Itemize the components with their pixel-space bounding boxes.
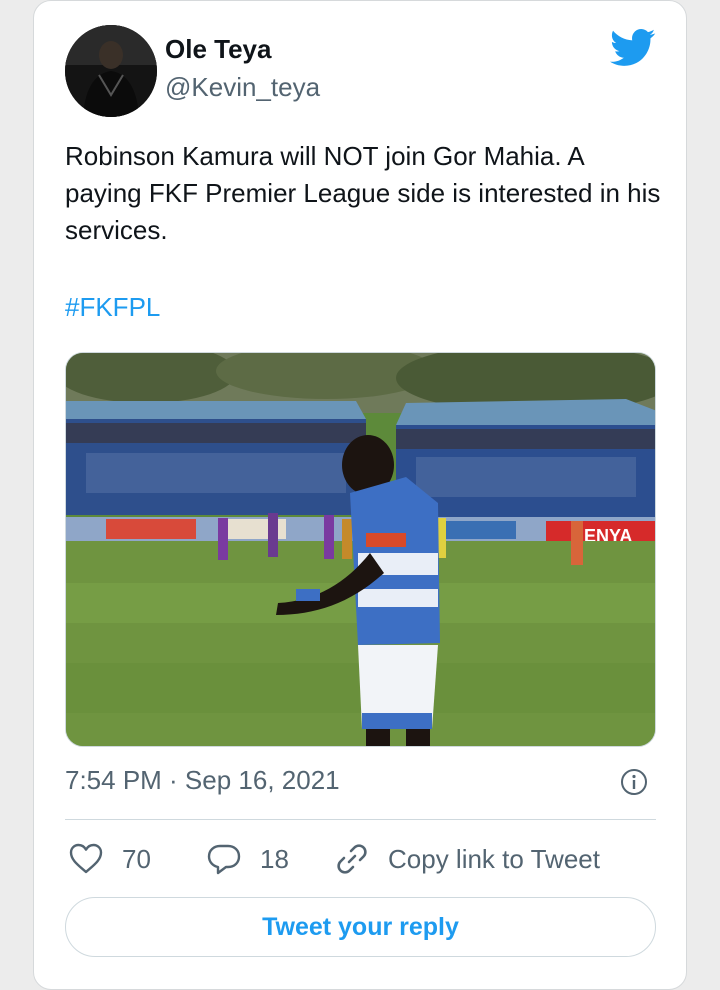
author-handle[interactable]: @Kevin_teya xyxy=(165,71,320,103)
like-button[interactable]: 70 xyxy=(68,839,151,879)
info-icon[interactable] xyxy=(620,768,648,796)
author-name[interactable]: Ole Teya xyxy=(165,33,271,65)
like-count: 70 xyxy=(122,844,151,874)
tweet-card: Ole Teya @Kevin_teya Robinson Kamura wil… xyxy=(33,0,687,990)
heart-icon xyxy=(69,843,103,874)
copy-link-button[interactable]: Copy link to Tweet xyxy=(334,839,600,879)
hashtag-link[interactable]: #FKFPL xyxy=(65,289,160,326)
reply-count: 18 xyxy=(260,844,289,874)
avatar[interactable] xyxy=(65,25,157,117)
tweet-timestamp[interactable]: 7:54 PM · Sep 16, 2021 xyxy=(65,764,340,796)
copy-link-label: Copy link to Tweet xyxy=(388,844,600,874)
reply-button[interactable]: 18 xyxy=(206,839,289,879)
twitter-bird-icon[interactable] xyxy=(610,28,656,68)
tweet-text: Robinson Kamura will NOT join Gor Mahia.… xyxy=(65,141,661,245)
divider xyxy=(65,819,656,820)
tweet-photo[interactable]: ENYA xyxy=(65,352,656,747)
speech-bubble-icon xyxy=(207,844,241,875)
tweet-your-reply-button[interactable]: Tweet your reply xyxy=(65,897,656,957)
link-icon xyxy=(337,844,367,874)
